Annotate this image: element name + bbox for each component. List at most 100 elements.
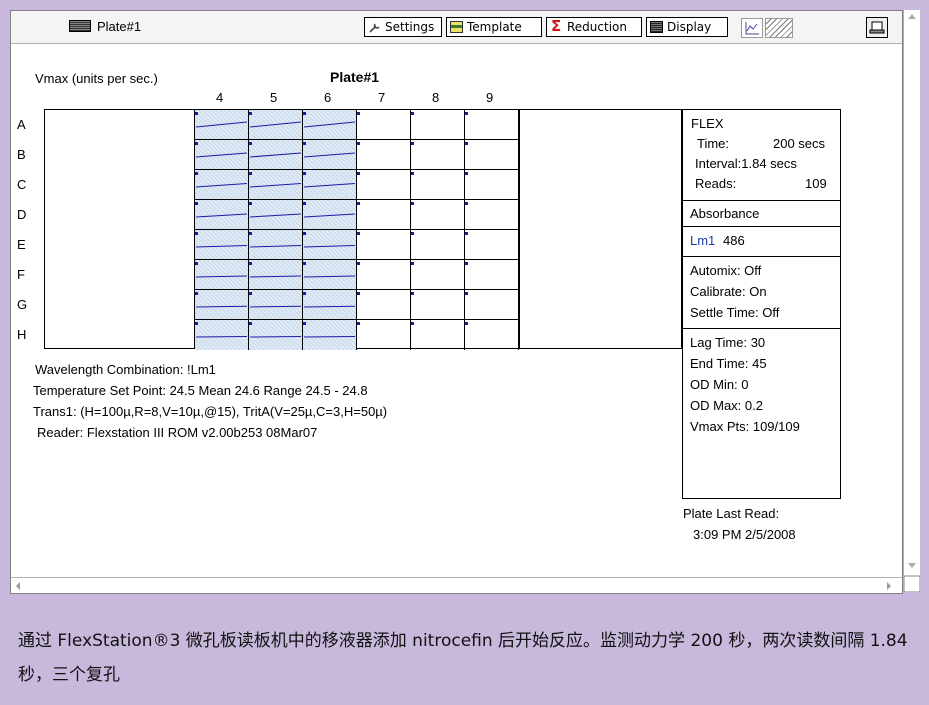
kinetic-trace [195,336,248,338]
well-B7[interactable] [357,140,411,170]
well-F4[interactable] [195,260,249,290]
well-E4[interactable] [195,230,249,260]
kinetic-trace [303,183,356,188]
trace-line [303,305,356,308]
reads-label: Reads: [695,176,737,191]
well-G8[interactable] [411,290,465,320]
well-A8[interactable] [411,110,465,140]
well-B5[interactable] [249,140,303,170]
last-read-value: 3:09 PM 2/5/2008 [693,527,796,542]
window-title-area: Plate#1 [69,19,141,34]
well-A4[interactable] [195,110,249,140]
graph-view-icon[interactable] [741,18,763,38]
readtype-section: Absorbance [683,200,840,226]
window-title: Plate#1 [97,19,142,34]
well-E8[interactable] [411,230,465,260]
well-G7[interactable] [357,290,411,320]
well-C9[interactable] [465,170,519,200]
well-marker [411,142,414,145]
well-F9[interactable] [465,260,519,290]
well-B8[interactable] [411,140,465,170]
horizontal-scrollbar[interactable] [11,577,902,593]
plate-icon [69,20,91,32]
well-marker [357,142,360,145]
well-A7[interactable] [357,110,411,140]
kinetic-trace [303,305,356,308]
well-B6[interactable] [303,140,357,170]
well-G4[interactable] [195,290,249,320]
well-G9[interactable] [465,290,519,320]
well-marker [465,292,468,295]
well-D7[interactable] [357,200,411,230]
settings-button[interactable]: Settings [364,17,442,37]
well-D9[interactable] [465,200,519,230]
plate-window: Plate#1 Settings Template Σ Reduction Dis… [10,10,903,594]
column-header: 6 [324,90,332,105]
well-D5[interactable] [249,200,303,230]
od-min-label: OD Min: 0 [690,377,749,392]
well-G6[interactable] [303,290,357,320]
well-G5[interactable] [249,290,303,320]
well-marker [465,202,468,205]
well-E9[interactable] [465,230,519,260]
well-E5[interactable] [249,230,303,260]
column-header: 7 [378,90,386,105]
scroll-up-icon [908,14,916,19]
well-H6[interactable] [303,320,357,350]
well-marker [465,232,468,235]
well-A5[interactable] [249,110,303,140]
kinetic-trace [303,152,356,158]
display-button[interactable]: Display [646,17,728,37]
well-H8[interactable] [411,320,465,350]
well-B4[interactable] [195,140,249,170]
well-D6[interactable] [303,200,357,230]
template-button[interactable]: Template [446,17,542,37]
scroll-down-icon [908,563,916,568]
kinetic-trace [249,183,302,188]
well-D4[interactable] [195,200,249,230]
trace-line [303,245,356,248]
well-C8[interactable] [411,170,465,200]
well-F5[interactable] [249,260,303,290]
trace-line [195,152,248,158]
well-F8[interactable] [411,260,465,290]
trace-line [195,275,248,278]
well-E6[interactable] [303,230,357,260]
scroll-right-icon [887,582,891,590]
well-B9[interactable] [465,140,519,170]
last-read-label: Plate Last Read: [683,506,780,521]
well-E7[interactable] [357,230,411,260]
well-H7[interactable] [357,320,411,350]
well-C6[interactable] [303,170,357,200]
settle-label: Settle Time: Off [690,305,780,320]
print-icon[interactable] [866,17,888,38]
well-A6[interactable] [303,110,357,140]
footer-line-1: Wavelength Combination: !Lm1 [35,362,216,377]
well-C7[interactable] [357,170,411,200]
trace-line [195,245,248,248]
kinetic-trace [249,305,302,308]
well-D8[interactable] [411,200,465,230]
trace-line [249,336,302,338]
trace-line [303,336,356,338]
vmax-label: Vmax (units per sec.) [35,71,158,86]
well-F6[interactable] [303,260,357,290]
well-marker [465,322,468,325]
lm-value: 486 [723,233,745,248]
kinetic-trace [195,245,248,248]
read-type: Absorbance [690,206,760,221]
well-A9[interactable] [465,110,519,140]
vertical-scrollbar[interactable] [903,10,921,593]
hatch-view-icon[interactable] [765,18,793,38]
well-H5[interactable] [249,320,303,350]
well-C4[interactable] [195,170,249,200]
well-H4[interactable] [195,320,249,350]
well-F7[interactable] [357,260,411,290]
well-C5[interactable] [249,170,303,200]
column-header: 5 [270,90,278,105]
well-H9[interactable] [465,320,519,350]
od-max-label: OD Max: 0.2 [690,398,763,413]
well-marker [357,292,360,295]
reduction-button[interactable]: Σ Reduction [546,17,642,37]
well-marker [357,232,360,235]
